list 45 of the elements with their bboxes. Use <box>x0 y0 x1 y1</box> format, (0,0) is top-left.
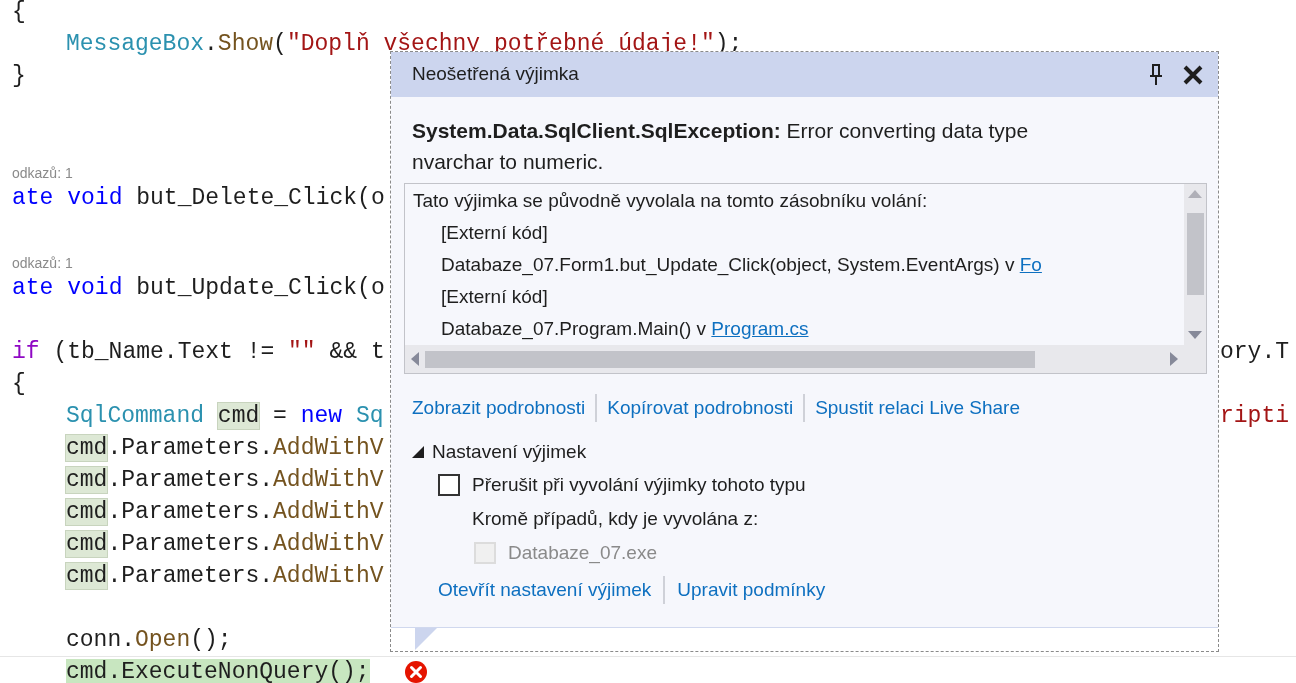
code-line: cmd.Parameters.AddWithV <box>66 436 384 460</box>
file-link[interactable]: Fo <box>1019 254 1042 275</box>
vertical-scrollbar[interactable] <box>1184 184 1206 345</box>
checkbox-label: Přerušit při vyvolání výjimky tohoto typu <box>472 472 806 497</box>
expander-icon[interactable] <box>412 446 424 458</box>
action-link[interactable]: Kopírovat podrobnosti <box>607 393 794 423</box>
scroll-up-icon[interactable] <box>1188 190 1202 198</box>
reference-count[interactable]: odkazů: 1 <box>12 254 73 272</box>
code-line: ate void but_Delete_Click(o <box>12 186 385 210</box>
scroll-down-icon[interactable] <box>1188 331 1202 339</box>
code-line: ripti <box>1220 402 1289 429</box>
code-line: cmd.Parameters.AddWithV <box>66 532 384 556</box>
reference-count[interactable]: odkazů: 1 <box>12 164 73 182</box>
call-stack-header: Tato výjimka se původně vyvolala na tomto zásobníku volání: <box>413 189 929 213</box>
code-line: { <box>12 0 26 24</box>
scrollbar-thumb[interactable] <box>1186 212 1204 295</box>
settings-label: Nastavení výjimek <box>432 439 587 464</box>
code-line: if (tb_Name.Text != "" && t <box>12 340 385 364</box>
stack-frame: [Externí kód] <box>413 281 1184 313</box>
scrollbar-thumb[interactable] <box>425 350 1035 368</box>
code-line: cmd.Parameters.AddWithV <box>66 468 384 492</box>
action-link[interactable]: Upravit podmínky <box>677 575 826 605</box>
stack-frame: Databaze_07.Program.Main() v Program.cs <box>413 313 1184 345</box>
code-line: SqlCommand cmd = new Sq <box>66 404 384 428</box>
action-link[interactable]: Otevřít nastavení výjimek <box>438 575 652 605</box>
code-line: ate void but_Update_Click(o <box>12 276 385 300</box>
scroll-right-icon[interactable] <box>1170 352 1178 366</box>
stack-frame: [Externí kód] <box>413 217 1184 249</box>
popup-title: Neošetřená výjimka <box>412 62 579 87</box>
exception-message: System.Data.SqlClient.SqlException: Error converting data type nvarchar to numeric. <box>412 118 1030 175</box>
action-link[interactable]: Spustit relaci Live Share <box>815 393 1020 423</box>
code-line: } <box>12 64 26 88</box>
checkbox[interactable] <box>438 474 460 496</box>
code-line: conn.Open(); <box>66 628 232 652</box>
code-line: { <box>12 372 26 396</box>
code-line: ory.T <box>1220 338 1289 365</box>
scroll-left-icon[interactable] <box>411 352 419 366</box>
code-line: cmd.Parameters.AddWithV <box>66 564 384 588</box>
checkbox-label: Databaze_07.exe <box>508 540 657 566</box>
action-link[interactable]: Zobrazit podrobnosti <box>412 393 586 423</box>
except-label: Kromě případů, kdy je vyvolána z: <box>471 507 759 531</box>
file-link[interactable]: Program.cs <box>711 318 809 339</box>
code-line: cmd.Parameters.AddWithV <box>66 500 384 524</box>
horizontal-scrollbar[interactable] <box>405 345 1184 373</box>
stack-frame: Databaze_07.Form1.but_Update_Click(object, System.EventArgs) v Fo <box>413 249 1184 281</box>
